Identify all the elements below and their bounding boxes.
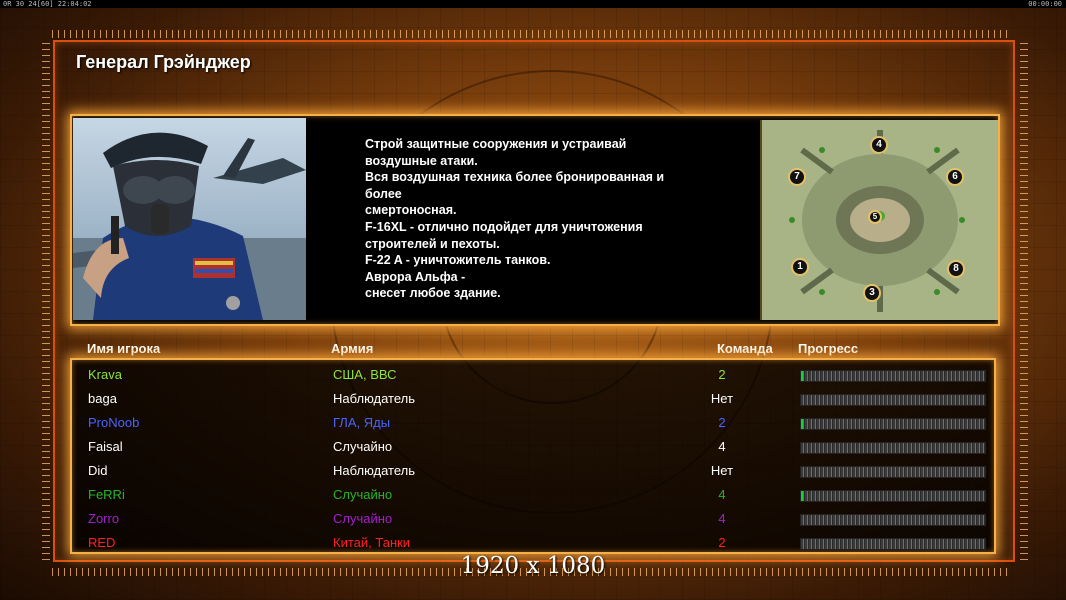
start-position-4[interactable]: 4 xyxy=(870,136,888,154)
player-list: Krava США, ВВС 2 baga Наблюдатель Нет Pr… xyxy=(70,358,996,554)
fps-readout: 0R 30 24[60] 22:04:02 xyxy=(3,0,92,8)
description-line: Аврора Альфа - xyxy=(365,269,466,284)
player-army: ГЛА, Яды xyxy=(333,415,391,430)
player-progress-bar xyxy=(800,466,986,478)
description-line: более xyxy=(365,186,402,201)
ruler-right xyxy=(1020,40,1028,560)
column-header-team: Команда xyxy=(717,341,773,356)
player-army: Случайно xyxy=(333,487,393,502)
general-portrait-image xyxy=(73,132,306,320)
player-team: 2 xyxy=(718,415,726,430)
progress-fill xyxy=(801,491,804,501)
status-strip: 0R 30 24[60] 22:04:02 00:00:00 xyxy=(0,0,1066,8)
player-army: Наблюдатель xyxy=(333,391,416,406)
player-row[interactable]: Zorro Случайно 4 xyxy=(72,507,998,531)
resolution-label: 1920 x 1080 xyxy=(460,553,606,579)
player-row[interactable]: Did Наблюдатель Нет xyxy=(72,459,998,483)
player-progress-bar xyxy=(800,514,986,526)
player-army: Наблюдатель xyxy=(333,463,416,478)
general-portrait xyxy=(73,118,306,320)
player-army: Случайно xyxy=(333,511,393,526)
player-name: Krava xyxy=(88,367,122,382)
player-team: 4 xyxy=(718,511,726,526)
player-row[interactable]: RED Китай, Танки 2 xyxy=(72,531,998,555)
description-line: смертоносная. xyxy=(365,203,457,218)
ruler-top xyxy=(52,30,1012,38)
description-line: F-16XL - отлично подойдет для уничтожени… xyxy=(365,219,643,234)
description-line: Строй защитные сооружения и устраивай xyxy=(365,137,627,151)
player-team: 2 xyxy=(718,367,726,382)
player-progress-bar xyxy=(800,442,986,454)
player-army: Китай, Танки xyxy=(333,535,411,550)
player-row[interactable]: Faisal Случайно 4 xyxy=(72,435,998,459)
column-header-name: Имя игрока xyxy=(87,341,161,356)
progress-fill xyxy=(801,419,804,429)
player-name: Zorro xyxy=(88,511,120,526)
player-name: FeRRi xyxy=(88,487,125,502)
player-team: 2 xyxy=(718,535,726,550)
player-name: RED xyxy=(88,535,116,550)
clock-readout: 00:00:00 xyxy=(1028,0,1062,8)
player-team: Нет xyxy=(710,463,734,478)
column-header-army: Армия xyxy=(331,341,374,356)
start-position-1[interactable]: 1 xyxy=(791,258,809,276)
start-position-3[interactable]: 3 xyxy=(863,284,881,302)
player-name: baga xyxy=(88,391,117,406)
progress-fill xyxy=(801,371,804,381)
player-progress-bar xyxy=(800,370,986,382)
player-row[interactable]: FeRRi Случайно 4 xyxy=(72,483,998,507)
start-position-5[interactable]: 5 xyxy=(868,210,882,224)
description-line: F-22 A - уничтожитель танков. xyxy=(365,253,551,268)
general-description: Строй защитные сооружения и устраивай во… xyxy=(365,136,745,302)
ruler-left xyxy=(42,40,50,560)
player-row[interactable]: Krava США, ВВС 2 xyxy=(72,363,998,387)
description-line: воздушные атаки. xyxy=(365,153,478,168)
player-army: Случайно xyxy=(333,439,393,454)
player-army: США, ВВС xyxy=(333,367,397,382)
description-line: Вся воздушная техника более бронированна… xyxy=(365,170,665,185)
player-team: 4 xyxy=(718,439,726,454)
player-name: Faisal xyxy=(88,439,123,454)
player-name: ProNoob xyxy=(88,415,140,430)
start-position-6[interactable]: 6 xyxy=(946,168,964,186)
general-title: Генерал Грэйнджер xyxy=(76,52,251,72)
description-line: строителей и пехоты. xyxy=(365,236,500,251)
player-team: 4 xyxy=(718,487,726,502)
start-position-7[interactable]: 7 xyxy=(788,168,806,186)
player-progress-bar xyxy=(800,418,986,430)
map-preview[interactable]: 4 7 6 5 1 8 3 xyxy=(760,120,998,320)
player-progress-bar xyxy=(800,490,986,502)
player-team: Нет xyxy=(710,391,734,406)
player-row[interactable]: ProNoob ГЛА, Яды 2 xyxy=(72,411,998,435)
player-row[interactable]: baga Наблюдатель Нет xyxy=(72,387,998,411)
player-progress-bar xyxy=(800,538,986,550)
description-line: снесет любое здание. xyxy=(365,286,501,301)
player-progress-bar xyxy=(800,394,986,406)
start-position-8[interactable]: 8 xyxy=(947,260,965,278)
player-name: Did xyxy=(88,463,108,478)
column-header-progress: Прогресс xyxy=(798,341,859,356)
